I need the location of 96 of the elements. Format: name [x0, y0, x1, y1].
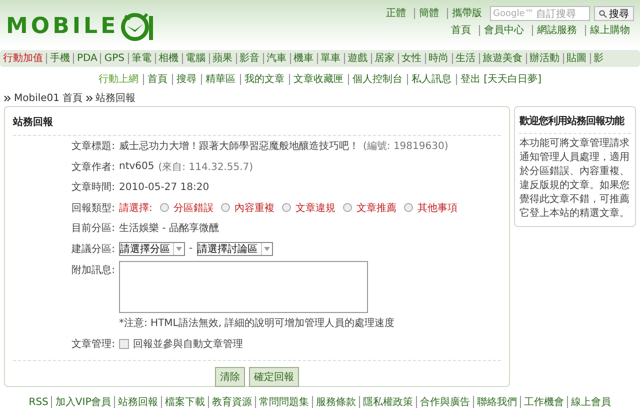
search-icon	[599, 10, 607, 18]
site-link[interactable]: 線上購物	[590, 25, 630, 36]
footer-link[interactable]: 隱私權政策	[363, 396, 414, 408]
checkbox-label[interactable]: 回報並參與自動文章管理	[133, 336, 243, 351]
nav-tab[interactable]: 遊戲	[348, 53, 368, 64]
subnav-link[interactable]: 行動上網	[98, 74, 138, 84]
footer-link[interactable]: 合作與廣告	[420, 396, 470, 408]
field-label: 目前分區:	[70, 222, 115, 236]
caret-icon	[264, 246, 270, 251]
logo[interactable]: MOBILE	[6, 14, 119, 38]
subnav-link[interactable]: 精華區	[206, 74, 236, 84]
footer-link[interactable]: 聯絡我們	[477, 396, 518, 408]
nav-tab[interactable]: 旅遊美食	[482, 53, 523, 64]
subnav-link[interactable]: 首頁	[148, 74, 168, 84]
nav-tab[interactable]: 蘋果	[212, 53, 233, 64]
radio-label[interactable]: 其他事項	[417, 200, 458, 215]
footer-link[interactable]: 常問問題集	[259, 396, 310, 408]
subnav-link[interactable]: 我的文章	[244, 74, 284, 84]
logo-icon	[120, 10, 155, 42]
prompt-text: 請選擇:	[119, 202, 152, 215]
radio-label[interactable]: 文章推薦	[356, 200, 396, 215]
info-text: 本功能可將文章管理請求通知管理人員處理，適用於分區錯誤、內容重複、違反版規的文章。如果您覺得此文章不錯，可推薦它登上本站的精選文章。	[519, 137, 630, 221]
footer-link[interactable]: RSS	[28, 396, 48, 408]
field-label: 建議分區:	[70, 242, 115, 256]
breadcrumb-link[interactable]: Mobile01 首頁	[14, 93, 83, 104]
nav-tab[interactable]: 單車	[320, 53, 341, 64]
clear-button[interactable]: 清除	[215, 367, 246, 387]
nav-tab[interactable]: 辦活動	[530, 53, 560, 64]
field-label: 文章時間:	[70, 180, 115, 194]
site-link[interactable]: 會員中心	[484, 25, 524, 36]
field-note: (編號: 19819630)	[363, 140, 448, 154]
nav-tab[interactable]: PDA	[77, 53, 98, 64]
field-label: 文章標題:	[70, 140, 115, 154]
site-link[interactable]: 首頁	[451, 25, 471, 36]
nav-tab[interactable]: 貼圖	[566, 53, 587, 64]
radio-label[interactable]: 分區錯誤	[173, 200, 214, 215]
radio-button[interactable]	[221, 203, 230, 212]
note-text: *注意: HTML語法無效, 詳細的說明可增加管理人員的處理速度	[119, 316, 395, 330]
search-button[interactable]: 搜尋	[594, 6, 634, 21]
field-value: ntv605	[119, 161, 154, 172]
radio-label[interactable]: 內容重複	[234, 200, 274, 215]
footer-link[interactable]: 站務回報	[118, 396, 158, 408]
radio-button[interactable]	[343, 203, 352, 212]
nav-tab[interactable]: 行動加值	[3, 53, 43, 64]
nav-tab[interactable]: 筆電	[132, 53, 152, 64]
language-link[interactable]: 簡體	[419, 8, 439, 19]
field-value: 2010-05-27 18:20	[119, 182, 210, 193]
nav-tab[interactable]: GPS	[104, 53, 125, 64]
footer-link[interactable]: 加入VIP會員	[55, 396, 112, 408]
field-value: 生活娛樂 - 品酩享微醺	[119, 222, 219, 236]
field-label: 文章作者:	[70, 160, 115, 174]
footer-link[interactable]: 檔案下載	[165, 396, 206, 408]
radio-label[interactable]: 文章違規	[295, 200, 336, 215]
field-value: 威士忌功力大增！跟著大師學習惡魔般地釀造技巧吧！	[119, 140, 359, 154]
panel-title: 歡迎您利用站務回報功能	[519, 110, 631, 134]
field-label: 文章管理:	[70, 338, 115, 351]
radio-button[interactable]	[404, 203, 414, 212]
forum-dropdown[interactable]: 請選擇討論區	[196, 242, 273, 256]
language-link[interactable]: 正體	[386, 8, 406, 19]
radio-button[interactable]	[160, 203, 170, 212]
nav-tab[interactable]: 影	[594, 53, 604, 64]
section-dropdown[interactable]: 請選擇分區	[119, 242, 185, 256]
chevron-icon	[86, 95, 93, 102]
nav-tab[interactable]: 影音	[240, 53, 260, 64]
field-label: 回報類型:	[70, 202, 115, 215]
footer-link[interactable]: 教育資源	[212, 396, 252, 408]
footer-link[interactable]: 服務條款	[316, 396, 356, 408]
nav-tab[interactable]: 電腦	[186, 53, 206, 64]
nav-tab[interactable]: 時尚	[428, 53, 449, 64]
chevron-icon	[4, 95, 11, 102]
nav-tab[interactable]: 生活	[456, 53, 476, 64]
subnav-link[interactable]: 文章收藏匣	[294, 74, 344, 84]
message-field[interactable]	[119, 261, 368, 313]
field-label: 附加訊息:	[70, 264, 115, 277]
checkbox[interactable]	[119, 338, 129, 349]
footer-link[interactable]: 線上會員	[571, 396, 612, 408]
nav-tab[interactable]: 手機	[50, 53, 70, 64]
subnav-link[interactable]: 登出 [天天白日夢]	[460, 74, 542, 84]
nav-tab[interactable]: 居家	[374, 53, 395, 64]
nav-tab[interactable]: 相機	[158, 53, 179, 64]
radio-button[interactable]	[282, 203, 292, 212]
caret-icon	[176, 246, 182, 251]
panel-title: 站務回報	[13, 111, 502, 136]
language-link[interactable]: 攜帶版	[452, 8, 482, 19]
site-link[interactable]: 網誌服務	[537, 25, 577, 36]
field-note: (來自: 114.32.55.7)	[158, 160, 254, 174]
nav-tab[interactable]: 機車	[294, 53, 314, 64]
nav-tab[interactable]: 女性	[402, 53, 422, 64]
separator-text: -	[189, 243, 193, 254]
nav-tab[interactable]: 汽車	[266, 53, 287, 64]
subnav-link[interactable]: 私人訊息	[412, 74, 452, 84]
submit-button[interactable]: 確定回報	[249, 367, 300, 387]
subnav-link[interactable]: 搜尋	[176, 74, 196, 84]
breadcrumb-link[interactable]: 站務回報	[96, 93, 136, 104]
footer-link[interactable]: 工作機會	[524, 396, 564, 408]
subnav-link[interactable]: 個人控制台	[352, 74, 402, 84]
